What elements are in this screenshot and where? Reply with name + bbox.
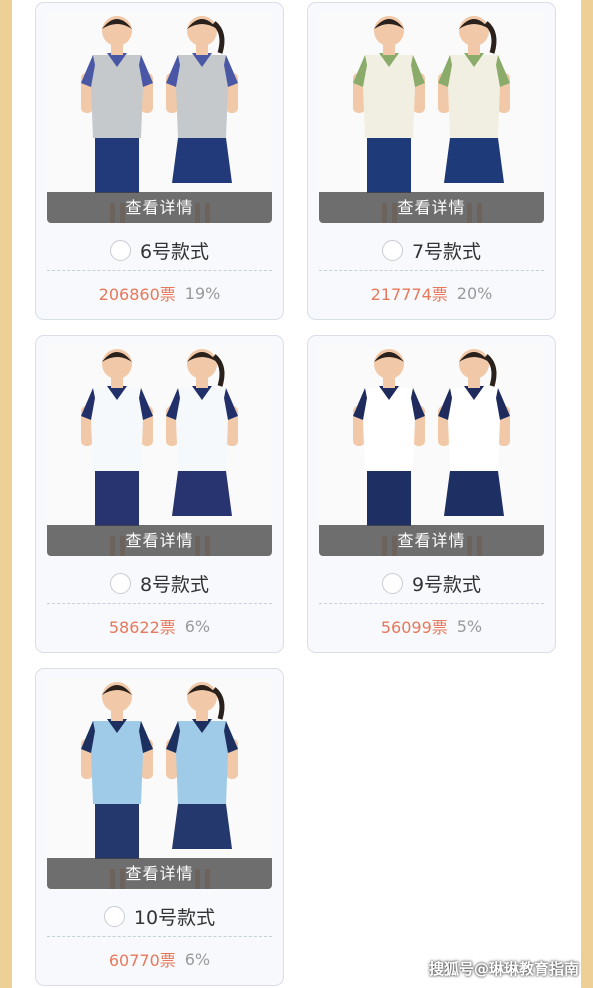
radio-button[interactable] — [381, 572, 403, 594]
radio-button[interactable] — [103, 905, 125, 927]
radio-button[interactable] — [109, 239, 131, 261]
option-label: 10号款式 — [133, 906, 216, 929]
radio-button[interactable] — [109, 572, 131, 594]
option-card-7[interactable]: 查看详情 7号款式 217774票 20% — [307, 2, 556, 320]
option-label: 8号款式 — [139, 573, 210, 596]
option-card-8[interactable]: 查看详情 8号款式 58622票 6% — [35, 335, 284, 653]
vote-count: 206860票 — [98, 285, 176, 304]
view-details-button[interactable]: 查看详情 — [47, 192, 272, 223]
option-card-9[interactable]: 查看详情 9号款式 56099票 5% — [307, 335, 556, 653]
option-card-10[interactable]: 查看详情 10号款式 60770票 6% — [35, 668, 284, 986]
option-label: 9号款式 — [411, 573, 482, 596]
vote-percent: 20% — [456, 283, 493, 303]
vote-count: 60770票 — [108, 951, 176, 970]
watermark: 搜狐号@琳琳教育指南 — [428, 960, 579, 978]
option-card-6[interactable]: 查看详情 6号款式 206860票 19% — [35, 2, 284, 320]
divider — [319, 603, 544, 604]
divider — [47, 270, 272, 271]
divider — [47, 603, 272, 604]
divider — [319, 270, 544, 271]
vote-percent: 6% — [184, 949, 211, 969]
vote-count: 217774票 — [370, 285, 448, 304]
view-details-button[interactable]: 查看详情 — [319, 192, 544, 223]
radio-button[interactable] — [381, 239, 403, 261]
vote-count: 58622票 — [108, 618, 176, 637]
vote-percent: 6% — [184, 616, 211, 636]
view-details-button[interactable]: 查看详情 — [47, 525, 272, 556]
vote-percent: 5% — [456, 616, 483, 636]
view-details-button[interactable]: 查看详情 — [47, 858, 272, 889]
view-details-button[interactable]: 查看详情 — [319, 525, 544, 556]
option-label: 7号款式 — [411, 240, 482, 263]
vote-count: 56099票 — [380, 618, 448, 637]
voting-page: 查看详情 6号款式 206860票 19% 查看详情 7号款式 217774票 … — [12, 0, 581, 988]
divider — [47, 936, 272, 937]
option-label: 6号款式 — [139, 240, 210, 263]
vote-percent: 19% — [184, 283, 221, 303]
